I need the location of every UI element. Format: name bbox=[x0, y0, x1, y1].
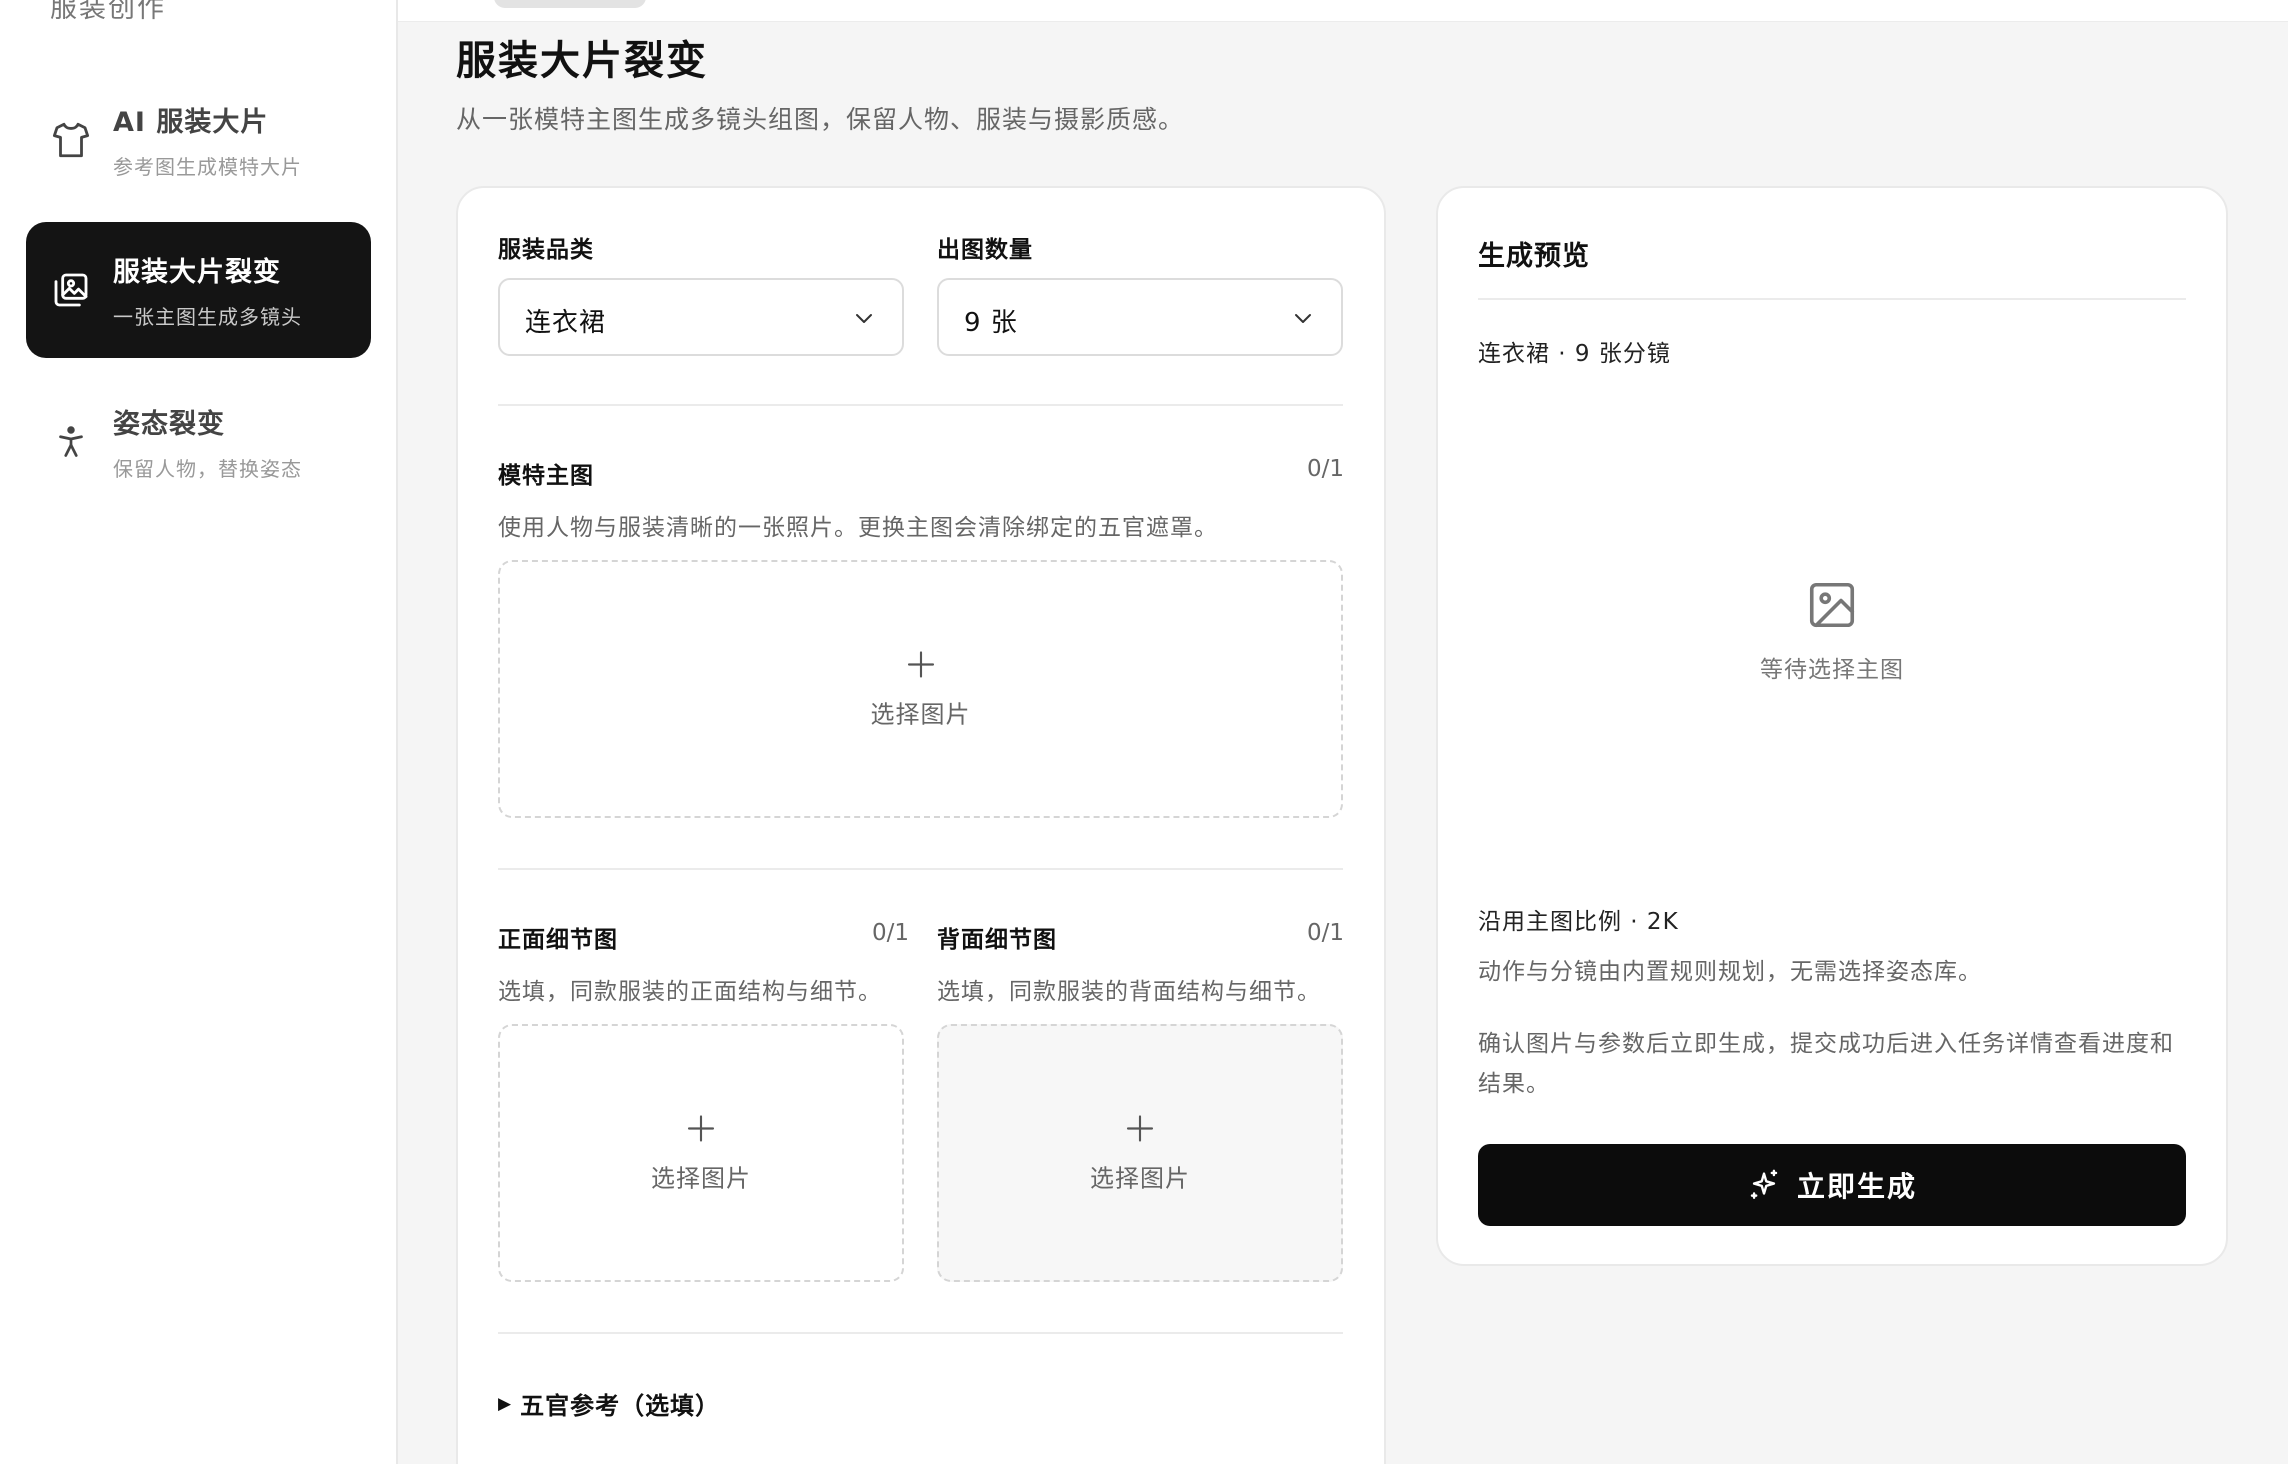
sidebar-item-pose-split[interactable]: 姿态裂变 保留人物，替换姿态 bbox=[26, 374, 371, 510]
sidebar-item-title: 姿态裂变 bbox=[113, 409, 225, 440]
upload-label: 选择图片 bbox=[870, 700, 971, 729]
preview-note: 确认图片与参数后立即生成，提交成功后进入任务详情查看进度和结果。 bbox=[1478, 1031, 2174, 1097]
count-select-value: 9 张 bbox=[964, 308, 1018, 338]
page-subtitle: 从一张模特主图生成多镜头组图，保留人物、服装与摄影质感。 bbox=[456, 105, 1185, 134]
generate-button[interactable]: 立即生成 bbox=[1478, 1144, 2186, 1226]
empty-state-label: 等待选择主图 bbox=[1760, 657, 1904, 683]
main-image-label: 模特主图 bbox=[498, 463, 594, 489]
divider bbox=[498, 868, 1343, 870]
back-detail-upload[interactable]: 选择图片 bbox=[937, 1024, 1343, 1282]
person-pose-icon bbox=[48, 419, 94, 465]
page-title: 服装大片裂变 bbox=[456, 38, 708, 84]
category-label: 服装品类 bbox=[498, 237, 594, 263]
front-detail-hint: 选填，同款服装的正面结构与细节。 bbox=[498, 979, 882, 1005]
preview-summary: 连衣裙 · 9 张分镜 bbox=[1478, 341, 1671, 367]
top-bar-tab[interactable] bbox=[494, 0, 646, 8]
plus-icon bbox=[907, 651, 934, 678]
chevron-down-icon bbox=[1295, 314, 1311, 323]
count-select[interactable]: 9 张 bbox=[937, 278, 1343, 356]
category-select[interactable]: 连衣裙 bbox=[498, 278, 904, 356]
sidebar-heading: 服装创作 bbox=[50, 0, 166, 24]
image-placeholder-icon bbox=[1809, 582, 1855, 628]
upload-label: 选择图片 bbox=[1090, 1164, 1190, 1193]
sidebar-item-subtitle: 参考图生成模特大片 bbox=[113, 155, 302, 179]
sidebar-item-title: AI 服装大片 bbox=[113, 107, 269, 138]
triangle-right-icon: ▶ bbox=[498, 1393, 513, 1414]
generate-button-label: 立即生成 bbox=[1796, 1170, 1917, 1203]
front-detail-counter: 0/1 bbox=[872, 920, 910, 946]
top-bar bbox=[398, 0, 2288, 22]
sidebar-item-subtitle: 一张主图生成多镜头 bbox=[113, 305, 302, 329]
form-card: 服装品类 连衣裙 出图数量 9 张 模特主图 0/1 使用人物与服装清晰的一张照… bbox=[456, 186, 1386, 1464]
divider bbox=[1478, 298, 2186, 300]
sidebar: 服装创作 AI 服装大片 参考图生成模特大片 服装大片裂变 一张主图生成多镜头 … bbox=[0, 0, 398, 1464]
upload-label: 选择图片 bbox=[651, 1164, 751, 1193]
sidebar-item-title: 服装大片裂变 bbox=[113, 257, 281, 288]
preview-note: 动作与分镜由内置规则规划，无需选择姿态库。 bbox=[1478, 959, 1982, 985]
preview-title: 生成预览 bbox=[1478, 241, 1590, 272]
sparkles-icon bbox=[1750, 1169, 1778, 1199]
main-image-hint: 使用人物与服装清晰的一张照片。更换主图会清除绑定的五官遮罩。 bbox=[498, 515, 1218, 541]
main-image-counter: 0/1 bbox=[1306, 456, 1344, 482]
divider bbox=[498, 404, 1343, 406]
chevron-down-icon bbox=[856, 314, 872, 323]
back-detail-counter: 0/1 bbox=[1306, 920, 1344, 946]
sidebar-item-subtitle: 保留人物，替换姿态 bbox=[113, 457, 302, 481]
preview-card: 生成预览 连衣裙 · 9 张分镜 等待选择主图 沿用主图比例 · 2K 动作与分… bbox=[1436, 186, 2228, 1266]
plus-icon bbox=[1126, 1115, 1154, 1142]
sidebar-item-fashion-split[interactable]: 服装大片裂变 一张主图生成多镜头 bbox=[26, 222, 371, 358]
front-detail-label: 正面细节图 bbox=[498, 927, 618, 953]
category-select-value: 连衣裙 bbox=[525, 308, 607, 338]
face-reference-label: 五官参考（选填） bbox=[520, 1392, 721, 1420]
face-reference-toggle[interactable]: ▶ 五官参考（选填） bbox=[498, 1386, 720, 1421]
count-label: 出图数量 bbox=[937, 237, 1033, 263]
front-detail-upload[interactable]: 选择图片 bbox=[498, 1024, 904, 1282]
app-root: 服装创作 AI 服装大片 参考图生成模特大片 服装大片裂变 一张主图生成多镜头 … bbox=[0, 0, 2288, 1464]
preview-empty-state: 等待选择主图 bbox=[1438, 578, 2226, 684]
back-detail-hint: 选填，同款服装的背面结构与细节。 bbox=[937, 979, 1321, 1005]
shirt-icon bbox=[48, 117, 94, 163]
back-detail-label: 背面细节图 bbox=[937, 927, 1057, 953]
ratio-text: 沿用主图比例 · 2K bbox=[1478, 909, 1679, 935]
divider bbox=[498, 1332, 1343, 1334]
images-icon bbox=[48, 267, 94, 313]
main-image-upload[interactable]: 选择图片 bbox=[498, 560, 1343, 818]
sidebar-item-ai-fashion[interactable]: AI 服装大片 参考图生成模特大片 bbox=[26, 72, 371, 208]
plus-icon bbox=[687, 1115, 715, 1142]
